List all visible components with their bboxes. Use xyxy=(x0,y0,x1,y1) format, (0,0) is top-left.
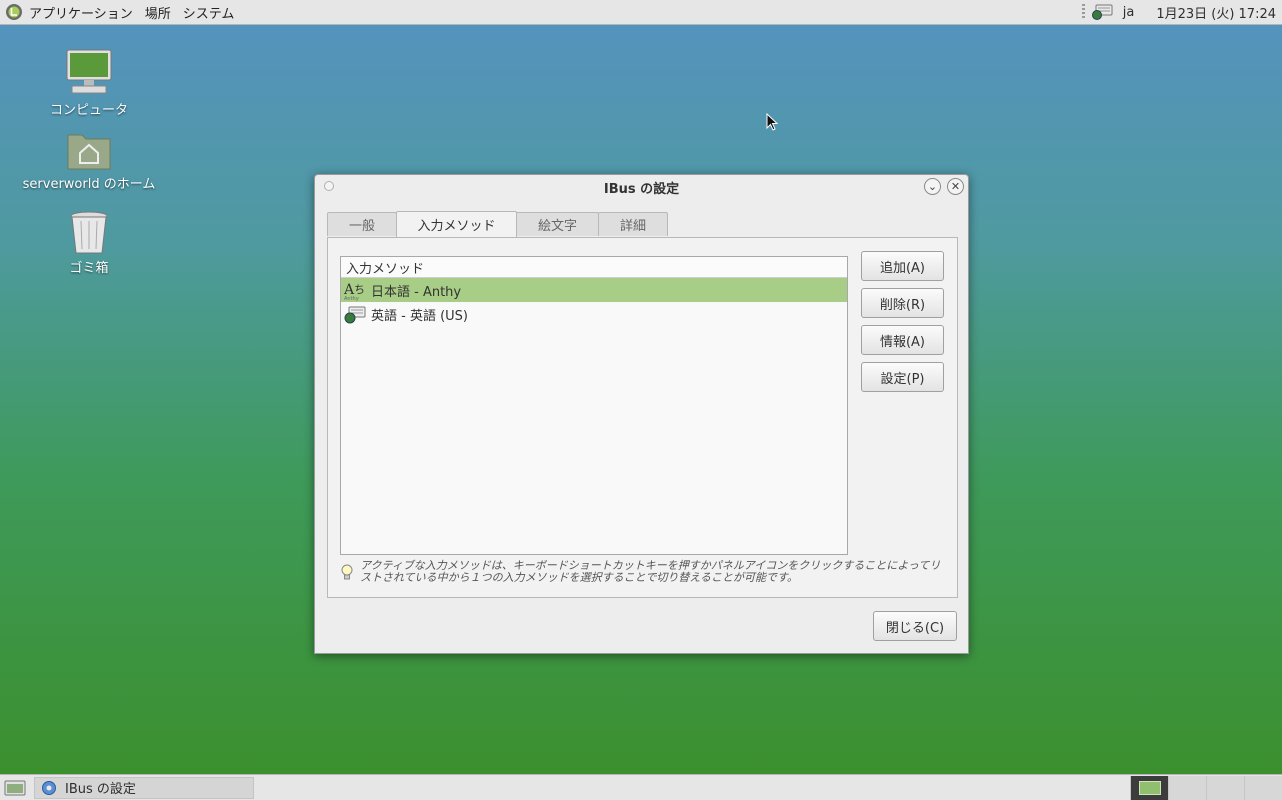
home-folder-icon xyxy=(67,134,111,170)
tab-panel: 入力メソッド A ち Anthy 日本語 - Anthy 英語 - 英語 (US… xyxy=(327,237,958,598)
computer-icon xyxy=(66,49,112,94)
list-item-label: 日本語 - Anthy xyxy=(371,284,462,300)
tab-emoji[interactable]: 絵文字 xyxy=(516,212,599,236)
svg-text:Anthy: Anthy xyxy=(344,296,359,301)
taskbar-item-ibus[interactable]: IBus の設定 xyxy=(34,776,254,799)
list-item-label: 英語 - 英語 (US) xyxy=(371,308,468,324)
close-button[interactable]: 閉じる(C) xyxy=(873,611,957,641)
panel-tray: ja 1月23日 (火) 17:24 xyxy=(1081,0,1282,25)
desktop-icon-home[interactable]: serverworld のホーム xyxy=(14,129,164,192)
keyboard-tray-icon[interactable] xyxy=(1091,3,1113,21)
show-desktop-icon[interactable] xyxy=(4,779,26,797)
input-language-indicator[interactable]: ja xyxy=(1123,5,1135,20)
hint-area: アクティブな入力メソッドは、キーボードショートカットキーを押すかパネルアイコンを… xyxy=(340,560,950,584)
anthy-icon: A ち Anthy xyxy=(343,282,365,301)
ibus-settings-window: IBus の設定 ⌄ ✕ 一般 入力メソッド 絵文字 詳細 入力メソッド A ち… xyxy=(314,174,969,654)
menu-applications[interactable]: アプリケーション xyxy=(29,3,133,22)
desktop-icon-label: serverworld のホーム xyxy=(22,177,156,192)
tray-separator xyxy=(1081,4,1085,20)
keyboard-icon xyxy=(344,306,366,324)
mouse-cursor-icon xyxy=(766,113,778,131)
hint-text: アクティブな入力メソッドは、キーボードショートカットキーを押すかパネルアイコンを… xyxy=(360,559,941,584)
ibus-settings-icon xyxy=(42,780,56,795)
bottom-panel: IBus の設定 xyxy=(0,774,1282,800)
workspace-4[interactable] xyxy=(1244,775,1282,800)
tab-advanced[interactable]: 詳細 xyxy=(598,212,668,236)
desktop-icon-label: ゴミ箱 xyxy=(69,261,109,276)
svg-text:ち: ち xyxy=(354,283,365,296)
desktop-icon-label: コンピュータ xyxy=(49,103,128,118)
menu-places[interactable]: 場所 xyxy=(145,3,171,22)
mint-menu-icon[interactable] xyxy=(5,3,23,21)
top-panel: アプリケーション 場所 システム ja 1月23日 (火) 17:24 xyxy=(0,0,1282,25)
lightbulb-icon xyxy=(341,564,353,580)
preferences-button[interactable]: 設定(P) xyxy=(861,362,944,392)
tab-input-method[interactable]: 入力メソッド xyxy=(396,211,517,237)
taskbar-item-label: IBus の設定 xyxy=(65,782,136,797)
desktop-icon-computer[interactable]: コンピュータ xyxy=(14,47,164,118)
tab-general[interactable]: 一般 xyxy=(327,212,397,236)
remove-button[interactable]: 削除(R) xyxy=(861,288,944,318)
add-button[interactable]: 追加(A) xyxy=(861,251,944,281)
input-method-list[interactable]: 入力メソッド A ち Anthy 日本語 - Anthy 英語 - 英語 (US… xyxy=(340,256,848,555)
list-header[interactable]: 入力メソッド xyxy=(341,257,847,278)
workspace-window-preview xyxy=(1138,780,1161,795)
list-item[interactable]: 英語 - 英語 (US) xyxy=(341,302,847,326)
chevron-down-icon: ⌄ xyxy=(927,180,938,193)
close-icon: ✕ xyxy=(950,180,961,193)
clock[interactable]: 1月23日 (火) 17:24 xyxy=(1156,3,1276,22)
tab-bar: 一般 入力メソッド 絵文字 詳細 xyxy=(327,211,668,238)
workspace-2[interactable] xyxy=(1168,775,1206,800)
workspace-3[interactable] xyxy=(1206,775,1244,800)
desktop-icon-trash[interactable]: ゴミ箱 xyxy=(14,209,164,276)
about-button[interactable]: 情報(A) xyxy=(861,325,944,355)
list-item[interactable]: A ち Anthy 日本語 - Anthy xyxy=(341,278,847,302)
window-titlebar[interactable]: IBus の設定 ⌄ ✕ xyxy=(315,175,968,199)
minimize-button[interactable]: ⌄ xyxy=(924,178,941,195)
window-menu-button[interactable] xyxy=(324,181,334,191)
workspace-switcher xyxy=(1130,775,1282,800)
workspace-1[interactable] xyxy=(1130,775,1168,800)
menu-system[interactable]: システム xyxy=(183,3,235,22)
close-window-button[interactable]: ✕ xyxy=(947,178,964,195)
window-title: IBus の設定 xyxy=(603,181,680,197)
trash-icon xyxy=(70,211,108,254)
